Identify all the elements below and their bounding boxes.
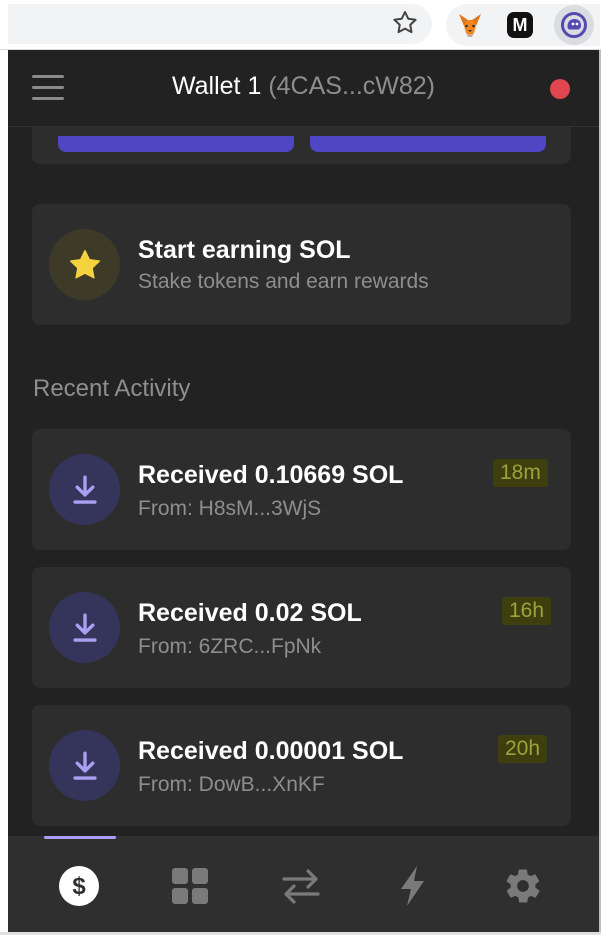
recent-activity-title: Recent Activity bbox=[33, 375, 191, 402]
tab-settings[interactable] bbox=[501, 864, 545, 908]
tab-swap[interactable] bbox=[279, 864, 323, 908]
dollar-icon: $ bbox=[59, 866, 99, 906]
wallet-popup: Wallet 1 (4CAS...cW82) Start earning SOL… bbox=[8, 50, 599, 932]
grid-icon bbox=[172, 868, 208, 904]
deposit-button[interactable] bbox=[58, 136, 294, 152]
lightning-icon bbox=[401, 866, 424, 906]
m-extension-icon: M bbox=[507, 12, 533, 38]
wallet-address: (4CAS...cW82) bbox=[268, 72, 436, 100]
activity-title: Received 0.00001 SOL bbox=[138, 737, 404, 765]
earn-title: Start earning SOL bbox=[138, 236, 351, 264]
activity-sender: From: 6ZRC...FpNk bbox=[138, 635, 322, 658]
download-arrow-icon bbox=[72, 475, 97, 504]
start-earning-card[interactable]: Start earning SOL Stake tokens and earn … bbox=[32, 204, 571, 325]
active-tab-indicator bbox=[44, 836, 116, 839]
earn-icon-badge bbox=[49, 229, 120, 300]
gear-icon bbox=[506, 869, 540, 903]
swap-arrows-icon bbox=[282, 869, 320, 904]
metamask-fox-icon bbox=[459, 14, 481, 37]
activity-item[interactable]: Received 0.10669 SOL From: H8sM...3WjS 1… bbox=[32, 429, 571, 550]
bottom-tab-bar: $ bbox=[8, 836, 599, 932]
address-bar[interactable] bbox=[8, 4, 432, 44]
star-icon bbox=[69, 249, 100, 278]
phantom-ghost-icon bbox=[561, 12, 587, 38]
download-arrow-icon bbox=[72, 751, 97, 780]
tab-collectibles[interactable] bbox=[168, 864, 212, 908]
activity-item[interactable]: Received 0.00001 SOL From: DowB...XnKF 2… bbox=[32, 705, 571, 826]
svg-text:$: $ bbox=[72, 873, 86, 900]
activity-title: Received 0.02 SOL bbox=[138, 599, 362, 627]
activity-sender: From: H8sM...3WjS bbox=[138, 497, 322, 520]
receive-icon-badge bbox=[49, 454, 120, 525]
wallet-name: Wallet 1 bbox=[171, 72, 262, 100]
activity-sender: From: DowB...XnKF bbox=[138, 773, 325, 796]
download-arrow-icon bbox=[72, 613, 97, 642]
receive-icon-badge bbox=[49, 592, 120, 663]
star-outline-icon[interactable] bbox=[390, 8, 420, 38]
activity-time: 18m bbox=[493, 459, 548, 487]
activity-title: Received 0.10669 SOL bbox=[138, 461, 404, 489]
activity-time: 20h bbox=[498, 735, 548, 763]
activity-item[interactable]: Received 0.02 SOL From: 6ZRC...FpNk 16h bbox=[32, 567, 571, 688]
receive-icon-badge bbox=[49, 730, 120, 801]
browser-toolbar: M bbox=[0, 0, 601, 50]
header: Wallet 1 (4CAS...cW82) bbox=[8, 50, 599, 127]
tab-activity[interactable] bbox=[390, 864, 434, 908]
tab-wallet[interactable]: $ bbox=[57, 864, 101, 908]
earn-subtitle: Stake tokens and earn rewards bbox=[138, 270, 429, 293]
send-button[interactable] bbox=[310, 136, 546, 152]
network-status-dot[interactable] bbox=[550, 79, 570, 99]
metamask-extension-button[interactable] bbox=[454, 9, 486, 41]
activity-time: 16h bbox=[502, 597, 552, 625]
m-extension-button[interactable]: M bbox=[504, 9, 536, 41]
phantom-extension-button[interactable] bbox=[554, 5, 594, 45]
wallet-selector[interactable]: Wallet 1 (4CAS...cW82) bbox=[8, 72, 599, 101]
extension-bar: M bbox=[446, 4, 600, 46]
